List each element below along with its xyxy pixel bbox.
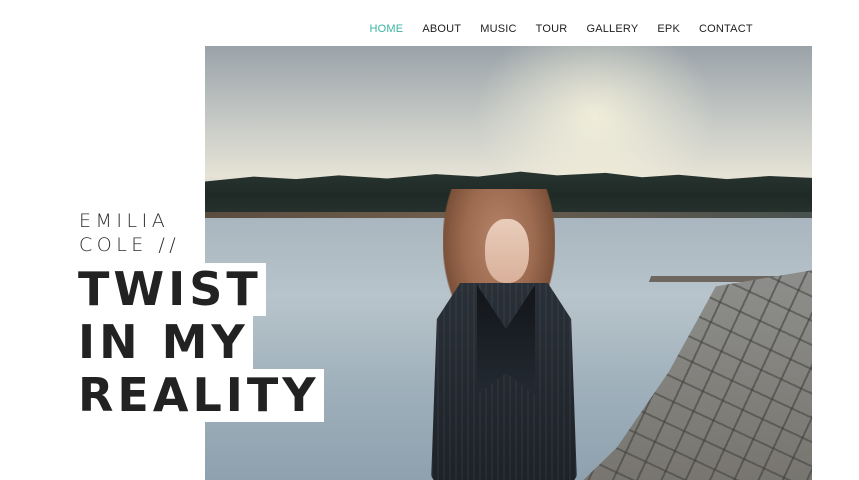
nav-item-gallery[interactable]: GALLERY <box>577 22 648 36</box>
song-title-line-2: IN MY <box>76 316 253 369</box>
nav-item-tour[interactable]: TOUR <box>526 22 577 36</box>
song-title-line-3: REALITY <box>76 369 324 422</box>
coat <box>431 283 577 480</box>
nav-item-contact[interactable]: CONTACT <box>690 22 763 36</box>
nav-item-home[interactable]: HOME <box>360 22 413 36</box>
nav-item-music[interactable]: MUSIC <box>471 22 526 36</box>
song-title-line-1: TWIST <box>76 263 266 316</box>
song-title: TWIST IN MY REALITY <box>76 263 324 422</box>
artist-last-name: COLE // <box>79 234 181 256</box>
nav-item-epk[interactable]: EPK <box>648 22 690 36</box>
artist-first-name: EMILIA <box>79 210 170 232</box>
woman-figure <box>431 189 579 480</box>
artist-name: EMILIA COLE // <box>79 209 180 257</box>
nav-item-about[interactable]: ABOUT <box>413 22 471 36</box>
face <box>485 219 529 283</box>
main-navigation: HOME ABOUT MUSIC TOUR GALLERY EPK CONTAC… <box>360 22 762 36</box>
